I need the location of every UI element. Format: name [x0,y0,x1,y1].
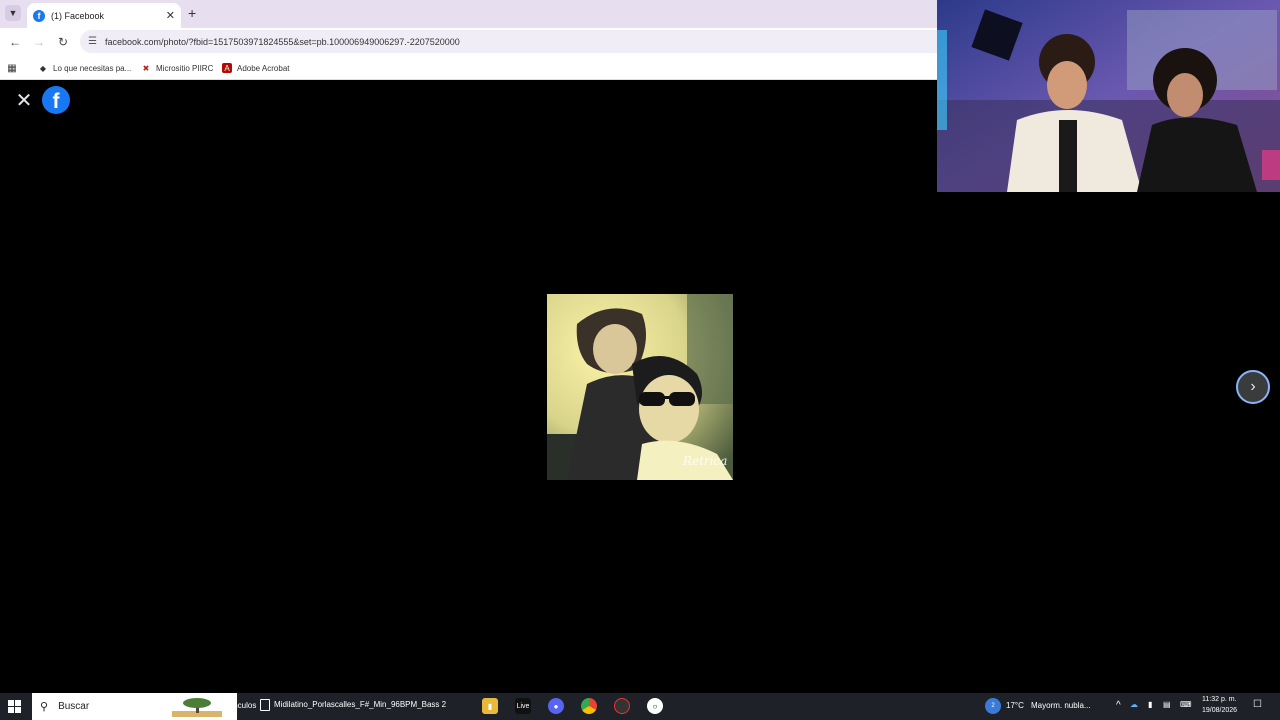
webcam-video [937,0,1280,192]
document-icon [260,699,270,711]
forward-button[interactable]: → [31,34,47,50]
photo[interactable]: Retrica [547,294,733,480]
clock-time[interactable]: 11:32 p. m. [1202,696,1237,703]
bookmarks-bar: ▦ ◆ Lo que necesitas pa... ✖ Micrositio … [0,55,937,80]
bookmark-item[interactable]: A Adobe Acrobat [222,61,289,75]
notifications-icon[interactable]: ☐ [1253,699,1262,710]
facebook-favicon-icon: f [33,9,45,22]
reload-button[interactable]: ↻ [55,34,71,50]
tab-search-button[interactable]: ▼ [5,5,21,21]
discord-icon[interactable]: ● [548,698,564,714]
tab-close-icon[interactable]: ✕ [166,9,175,22]
weather-description[interactable]: Mayorm. nubla... [1031,701,1091,710]
taskbar-search[interactable]: ⚲ Buscar [32,693,237,720]
search-placeholder: Buscar [58,701,90,712]
retrica-watermark: Retrica [683,454,728,468]
clock-date[interactable]: 19/08/2026 [1202,707,1237,714]
address-bar[interactable]: ☰ facebook.com/photo/?fbid=1517503971824… [80,30,937,53]
tab-facebook[interactable]: f (1) Facebook ✕ [27,3,181,28]
obs-icon[interactable]: ○ [647,698,663,714]
ableton-live-icon[interactable]: Live [515,698,531,714]
weather-icon[interactable]: 2 [985,698,1001,714]
bookmark-label: Micrositio PIIRC [156,63,214,73]
browser-toolbar: ← → ↻ ☰ facebook.com/photo/?fbid=1517503… [0,28,937,55]
bookmark-label: Adobe Acrobat [237,63,290,73]
links-label[interactable]: ínculos [231,701,256,710]
piirc-icon: ✖ [142,63,150,73]
new-tab-button[interactable]: + [188,5,196,21]
url-text: facebook.com/photo/?fbid=151750397182455… [104,36,460,47]
tab-title: (1) Facebook [51,10,105,21]
tab-strip: ▼ f (1) Facebook ✕ + [0,0,937,28]
microphone-icon[interactable]: ▮ [1148,700,1152,709]
onedrive-icon[interactable]: ☁ [1130,700,1138,709]
taskbar: ⚲ Buscar ínculos Midilatino_Porlascalles… [0,693,1280,720]
bookmark-item[interactable]: ◆ Lo que necesitas pa... [38,61,131,75]
chrome-icon[interactable] [581,698,597,714]
bookmark-item[interactable]: ✖ Micrositio PIIRC [141,61,214,75]
window-title[interactable]: Midilatino_Porlascalles_F#_Min_96BPM_Bas… [274,700,446,709]
desert-tree-icon [172,698,222,717]
obs-record-icon[interactable] [614,698,630,714]
close-icon[interactable]: ✕ [12,88,36,112]
apps-grid-icon[interactable]: ▦ [7,61,22,75]
webcam-overlay [937,0,1280,192]
back-button[interactable]: ← [7,34,23,50]
acrobat-icon: A [222,63,232,73]
bookmark-label: Lo que necesitas pa... [53,63,132,73]
chevron-up-icon[interactable]: ^ [1116,700,1121,711]
search-icon: ⚲ [40,701,49,713]
facebook-logo-icon[interactable]: f [42,86,70,114]
network-icon[interactable]: ▤ [1163,700,1171,709]
next-photo-button[interactable]: › [1236,370,1270,404]
photo-image [547,294,733,480]
site-info-icon[interactable]: ☰ [88,36,97,47]
windows-start-icon[interactable] [8,700,21,713]
keyboard-icon[interactable]: ⌨ [1180,700,1192,709]
file-explorer-icon[interactable]: ▮ [482,698,498,714]
diamond-icon: ◆ [39,63,47,73]
weather-temperature[interactable]: 17°C [1006,701,1024,710]
